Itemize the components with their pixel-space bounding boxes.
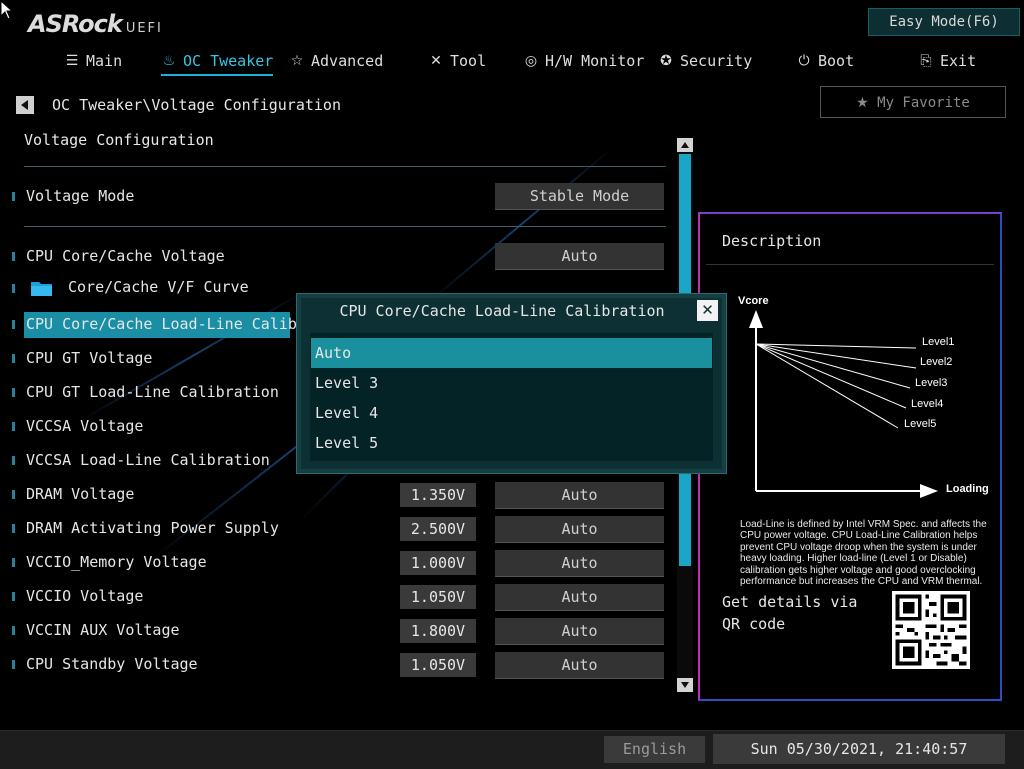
dram-voltage-select[interactable]: Auto: [495, 482, 664, 509]
breadcrumb: OC Tweaker\Voltage Configuration: [52, 96, 341, 114]
row-bullet: [12, 626, 15, 635]
nav-tab-boot[interactable]: ⏻ Boot: [796, 48, 854, 74]
dialog-option-auto[interactable]: Auto: [311, 338, 712, 368]
graph-y-label: Vcore: [738, 295, 769, 307]
vccsa-voltage-label[interactable]: VCCSA Voltage: [26, 417, 143, 435]
divider: [24, 226, 666, 227]
vccio-memory-voltage-select[interactable]: Auto: [495, 550, 664, 577]
nav-tab-main[interactable]: ☰ Main: [64, 48, 122, 74]
row-bullet: [12, 320, 15, 329]
dialog-title: CPU Core/Cache Load-Line Calibration: [339, 302, 665, 320]
dram-activating-power-supply-label[interactable]: DRAM Activating Power Supply: [26, 519, 279, 537]
cpu-core-cache-voltage-label[interactable]: CPU Core/Cache Voltage: [26, 247, 225, 265]
nav-tab-advanced[interactable]: ☆ Advanced: [289, 48, 384, 74]
description-title: Description: [722, 232, 822, 250]
graph-level-label: Level1: [922, 336, 955, 348]
nav-tab-security[interactable]: ✪ Security: [658, 48, 752, 74]
divider: [24, 166, 666, 167]
core-cache-vf-curve-link[interactable]: Core/Cache V/F Curve: [68, 278, 249, 296]
vccio-memory-voltage-value: 1.000V: [400, 551, 476, 575]
dialog-option-level-3[interactable]: Level 3: [311, 368, 712, 398]
row-bullet: [12, 592, 15, 601]
asrock-logo: ASRock UEFI: [28, 10, 163, 38]
date-time-display[interactable]: Sun 05/30/2021, 21:40:57: [713, 734, 1005, 764]
dram-activating-power-supply-value: 2.500V: [400, 517, 476, 541]
dram-voltage-value: 1.350V: [400, 483, 476, 507]
description-text: Load-Line is defined by Intel VRM Spec. …: [740, 519, 987, 588]
row-bullet: [12, 456, 15, 465]
star-icon: ☆: [290, 53, 304, 69]
star-icon: ★: [856, 95, 869, 111]
row-bullet: [12, 422, 15, 431]
vccsa-llc-label[interactable]: VCCSA Load-Line Calibration: [26, 451, 270, 469]
section-title: Voltage Configuration: [24, 131, 214, 149]
cpu-core-cache-voltage-select[interactable]: Auto: [495, 243, 664, 270]
tools-icon: ✕: [430, 53, 442, 69]
qr-code-icon: [892, 591, 970, 669]
cpu-standby-voltage-value: 1.050V: [400, 653, 476, 677]
row-bullet: [12, 252, 15, 261]
graph-level-label: Level4: [911, 398, 944, 410]
cpu-standby-voltage-label[interactable]: CPU Standby Voltage: [26, 655, 198, 673]
dram-voltage-label[interactable]: DRAM Voltage: [26, 485, 134, 503]
divider: [706, 264, 994, 265]
dialog-option-level-4[interactable]: Level 4: [311, 398, 712, 428]
close-icon[interactable]: ✕: [697, 300, 718, 321]
language-button[interactable]: English: [604, 736, 705, 763]
shield-icon: ✪: [660, 53, 672, 69]
easy-mode-button[interactable]: Easy Mode(F6): [868, 8, 1020, 36]
cpu-gt-voltage-label[interactable]: CPU GT Voltage: [26, 349, 152, 367]
vccin-aux-voltage-label[interactable]: VCCIN AUX Voltage: [26, 621, 180, 639]
row-bullet: [12, 388, 15, 397]
cpu-standby-voltage-select[interactable]: Auto: [495, 652, 664, 679]
voltage-mode-label[interactable]: Voltage Mode: [26, 187, 134, 205]
qr-caption: Get details via QR code: [722, 593, 858, 633]
row-bullet: [12, 558, 15, 567]
vccio-voltage-label[interactable]: VCCIO Voltage: [26, 587, 143, 605]
mouse-cursor-icon: [0, 0, 12, 20]
nav-tab-exit[interactable]: ⎘ Exit: [918, 48, 976, 74]
row-bullet: [12, 284, 15, 293]
row-bullet: [12, 524, 15, 533]
vccio-memory-voltage-label[interactable]: VCCIO_Memory Voltage: [26, 553, 207, 571]
folder-icon: [31, 282, 52, 296]
row-bullet: [12, 192, 15, 201]
cpu-gt-llc-label[interactable]: CPU GT Load-Line Calibration: [26, 383, 279, 401]
vccin-aux-voltage-select[interactable]: Auto: [495, 618, 664, 645]
flame-icon: ♨: [162, 53, 176, 69]
vccin-aux-voltage-value: 1.800V: [400, 619, 476, 643]
voltage-mode-select[interactable]: Stable Mode: [495, 183, 664, 210]
exit-icon: ⎘: [920, 53, 932, 69]
nav-tab-oc-tweaker[interactable]: ♨ OC Tweaker: [161, 48, 274, 76]
list-icon: ☰: [65, 53, 79, 69]
row-bullet: [12, 660, 15, 669]
row-bullet: [12, 490, 15, 499]
power-icon: ⏻: [798, 53, 810, 69]
monitor-icon: ◎: [524, 53, 538, 69]
background-streak: [429, 145, 615, 302]
row-bullet: [12, 354, 15, 363]
nav-tab-hw-monitor[interactable]: ◎ H/W Monitor: [523, 48, 644, 74]
vccio-voltage-value: 1.050V: [400, 585, 476, 609]
my-favorite-button[interactable]: ★ My Favorite: [820, 86, 1006, 118]
scroll-down-button[interactable]: [677, 678, 693, 692]
dram-activating-power-supply-select[interactable]: Auto: [495, 516, 664, 543]
graph-level-label: Level3: [915, 377, 948, 389]
nav-tab-tool[interactable]: ✕ Tool: [428, 48, 486, 74]
cpu-load-line-calibration-label[interactable]: CPU Core/Cache Load-Line Calibrat: [26, 315, 324, 333]
graph-level-label: Level2: [920, 356, 953, 368]
dialog-option-level-5[interactable]: Level 5: [311, 428, 712, 458]
vccio-voltage-select[interactable]: Auto: [495, 584, 664, 611]
load-line-graph: [749, 310, 938, 498]
graph-x-label: Loading: [946, 483, 989, 495]
back-button[interactable]: [16, 96, 34, 114]
graph-level-label: Level5: [904, 418, 937, 430]
scroll-up-button[interactable]: [677, 138, 693, 152]
